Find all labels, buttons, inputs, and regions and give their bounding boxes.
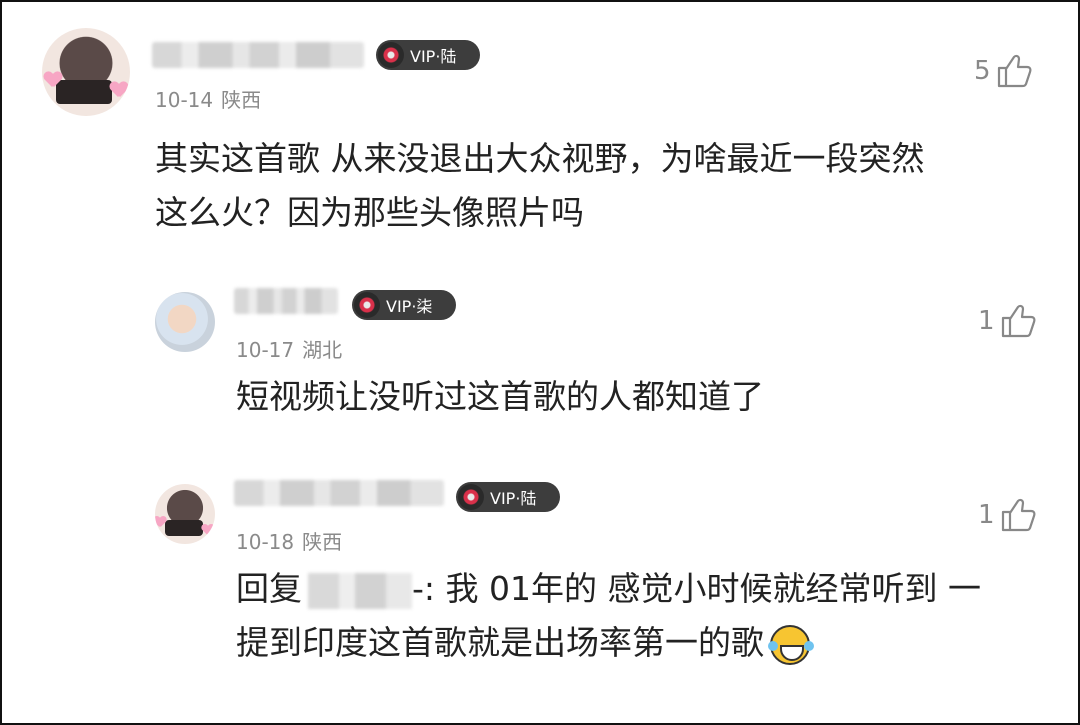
thumbs-up-icon (1001, 498, 1036, 532)
vinyl-record-icon (458, 484, 484, 510)
comment-date: 10-14 (155, 88, 214, 112)
comment-text-line: 短视频让没听过这首歌的人都知道了 (236, 377, 764, 416)
comment-meta: 10-18 陕西 (236, 526, 342, 555)
heart-icon (202, 524, 215, 535)
comment-date: 10-17 (236, 338, 295, 362)
comment-text-line: 提到印度这首歌就是出场率第一的歌 (236, 616, 981, 670)
comment-list-screenshot: VIP·陆 10-14 陕西 5 其实这首歌 从来没退出大众视野，为啥最近一段突然… (0, 0, 1080, 725)
comment-text: 回复 -: 我 01年的 感觉小时候就经常听到 一 提到印度这首歌就是出场率第一的… (236, 562, 981, 670)
comment-location: 陕西 (302, 530, 343, 554)
avatar[interactable] (155, 484, 215, 544)
comment-meta: 10-14 陕西 (155, 84, 261, 113)
comment-text-line: 其实这首歌 从来没退出大众视野，为啥最近一段突然 (155, 139, 925, 178)
avatar-laptop-shape (56, 80, 112, 104)
vip-label: VIP·陆 (490, 489, 537, 508)
like-button[interactable]: 1 (978, 496, 1037, 534)
comment-date: 10-18 (236, 530, 295, 554)
vip-badge[interactable]: VIP·陆 (376, 40, 480, 70)
comment-location: 湖北 (302, 338, 343, 362)
vip-badge[interactable]: VIP·柒 (352, 290, 456, 320)
reply-text: -: 我 01年的 感觉小时候就经常听到 一 (412, 569, 981, 608)
comment-text-line: 回复 -: 我 01年的 感觉小时候就经常听到 一 (236, 562, 981, 616)
like-count: 5 (974, 56, 991, 86)
heart-icon (155, 516, 166, 527)
comment-location: 陕西 (221, 88, 262, 112)
like-count: 1 (978, 500, 995, 530)
reply-target-username-blurred[interactable] (308, 572, 412, 609)
reply-prefix: 回复 (236, 569, 302, 608)
avatar-laptop-shape (165, 520, 203, 536)
username-blurred[interactable] (234, 480, 444, 506)
reply-item: VIP·陆 10-18 陕西 1 回复 -: 我 01年的 感觉小时候就经常听到 一… (2, 464, 1078, 722)
comment-text: 短视频让没听过这首歌的人都知道了 (236, 370, 764, 424)
like-button[interactable]: 5 (974, 52, 1033, 90)
reply-item: VIP·柒 10-17 湖北 1 短视频让没听过这首歌的人都知道了 (2, 272, 1078, 452)
thumbs-up-icon (1001, 304, 1036, 338)
heart-icon (44, 72, 62, 88)
heart-icon (110, 82, 128, 98)
avatar[interactable] (155, 292, 215, 352)
like-count: 1 (978, 306, 995, 336)
thumbs-up-icon (997, 54, 1032, 88)
like-button[interactable]: 1 (978, 302, 1037, 340)
username-blurred[interactable] (234, 288, 338, 314)
reply-text-line2: 提到印度这首歌就是出场率第一的歌 (236, 623, 764, 662)
vip-badge[interactable]: VIP·陆 (456, 482, 560, 512)
vinyl-record-icon (354, 292, 380, 318)
comment-meta: 10-17 湖北 (236, 334, 342, 363)
comment-item: VIP·陆 10-14 陕西 5 其实这首歌 从来没退出大众视野，为啥最近一段突然… (2, 2, 1078, 262)
vip-label: VIP·柒 (386, 297, 433, 316)
vinyl-record-icon (378, 42, 404, 68)
comment-text: 其实这首歌 从来没退出大众视野，为啥最近一段突然 这么火？因为那些头像照片吗 (155, 132, 925, 240)
laughing-tears-emoji-icon (768, 624, 810, 665)
username-blurred[interactable] (152, 42, 364, 68)
avatar[interactable] (42, 28, 130, 116)
vip-label: VIP·陆 (410, 47, 457, 66)
comment-text-line: 这么火？因为那些头像照片吗 (155, 193, 584, 232)
